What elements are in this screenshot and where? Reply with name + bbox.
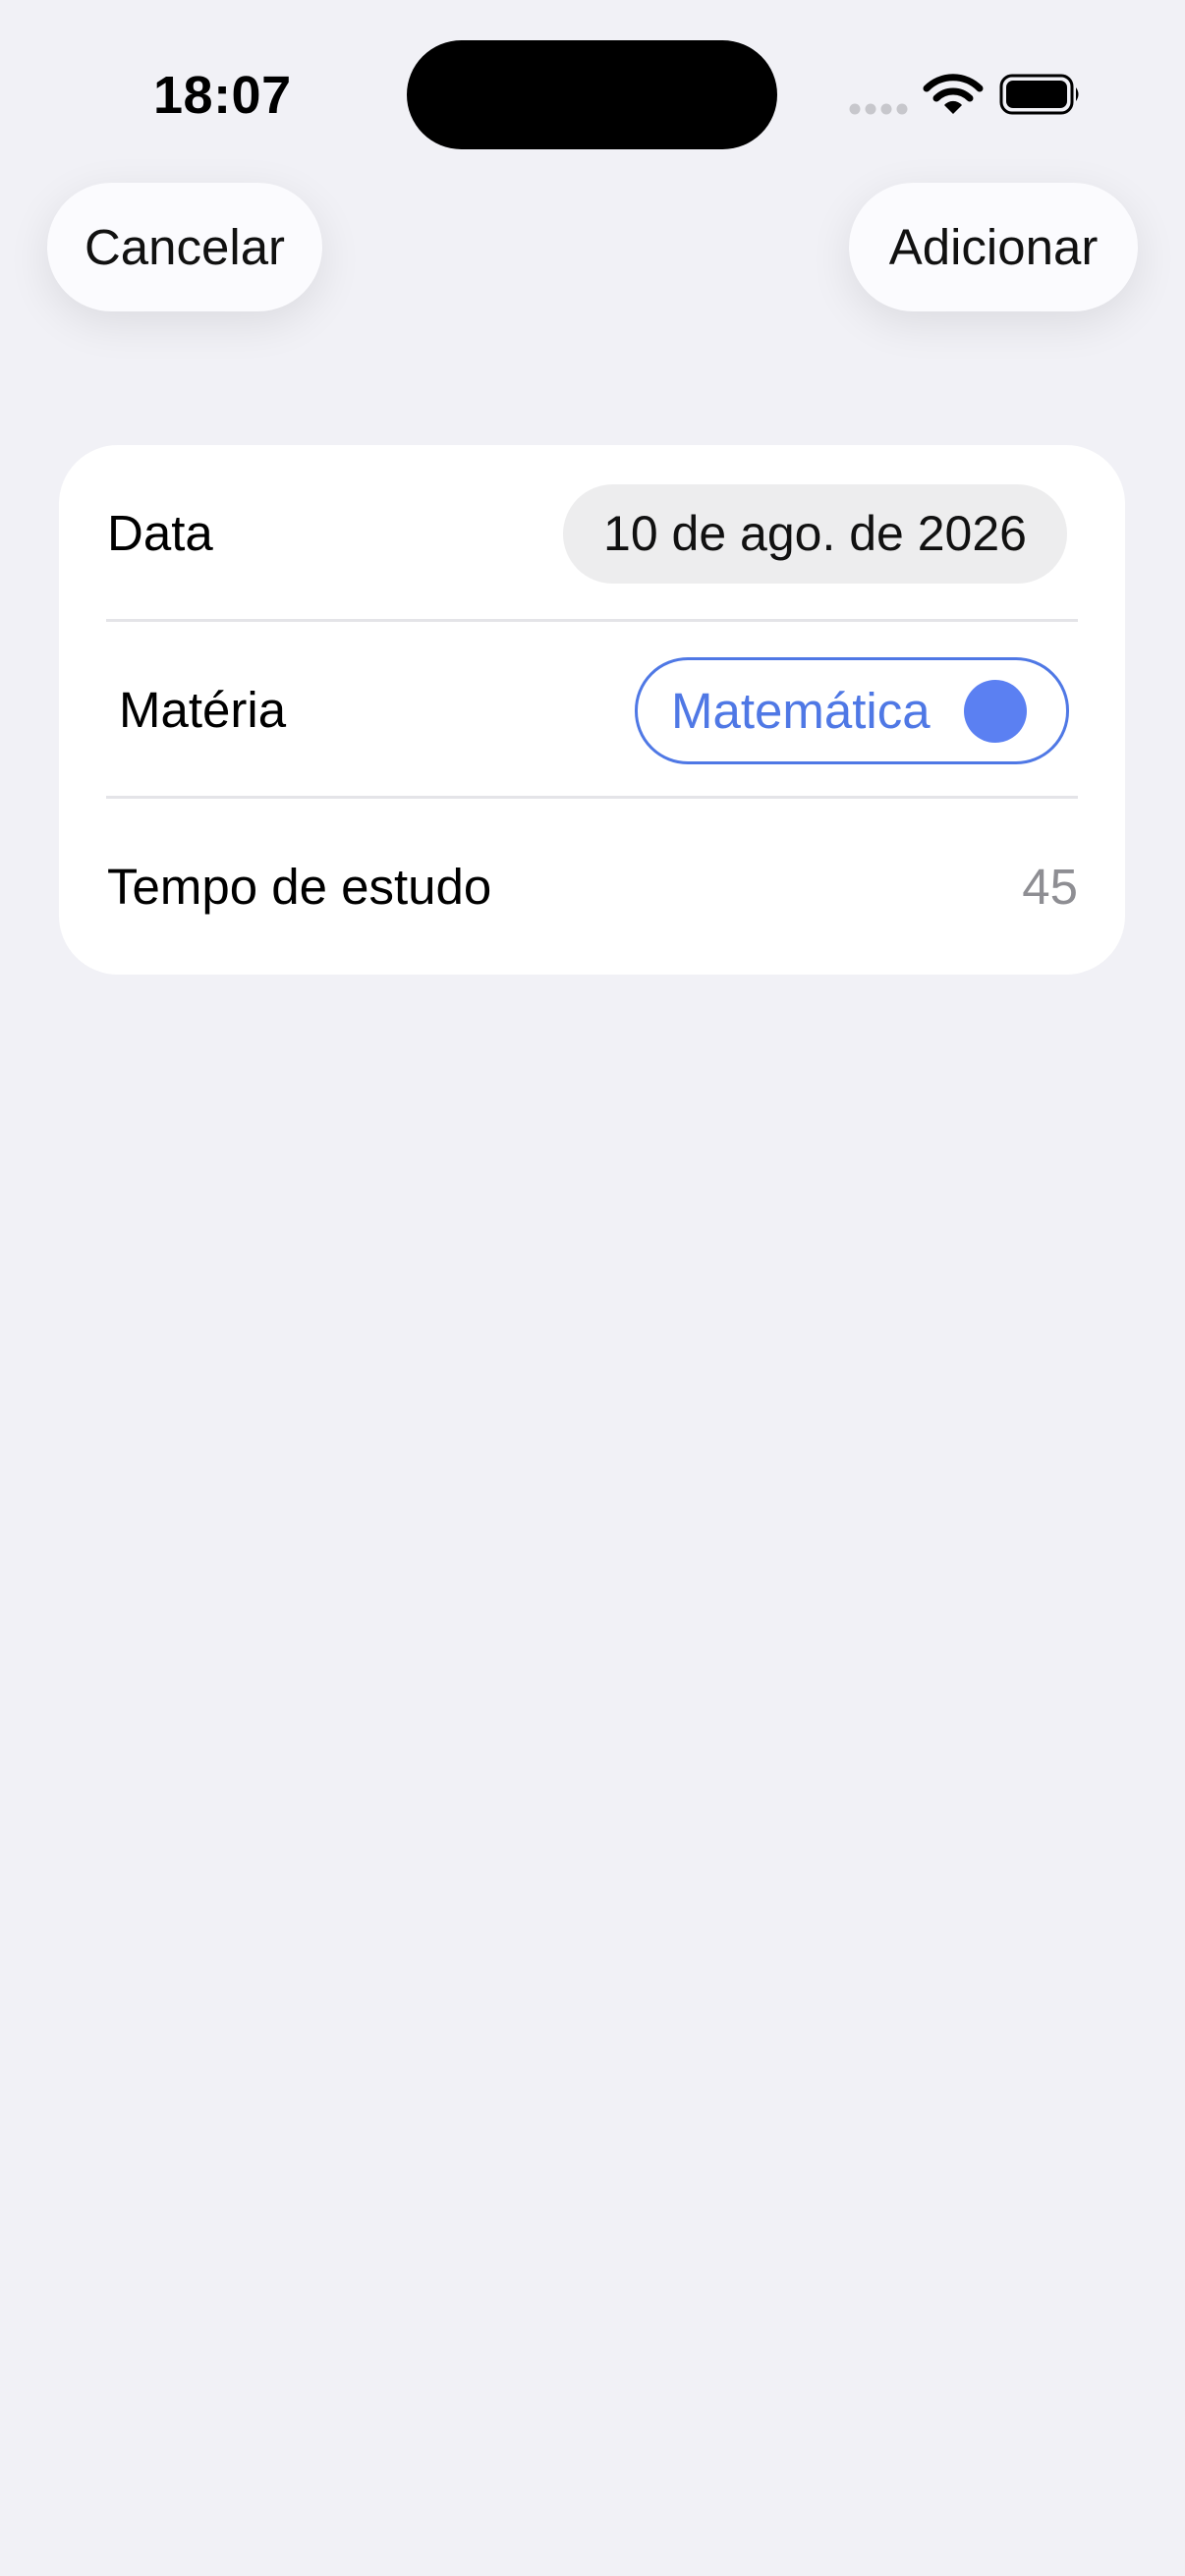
cancel-button[interactable]: Cancelar [47,183,322,311]
subject-label: Matéria [119,681,287,738]
study-time-label: Tempo de estudo [107,858,492,915]
add-button[interactable]: Adicionar [849,183,1138,311]
study-session-form: Data 10 de ago. de 2026 Matéria Matemáti… [59,445,1125,975]
battery-icon [999,74,1079,115]
date-row: Data 10 de ago. de 2026 [59,445,1125,621]
subject-color-dot [964,680,1027,743]
subject-row: Matéria Matemática [59,622,1125,798]
subject-value: Matemática [671,683,931,739]
cellular-signal-icon [849,103,908,115]
date-label: Data [107,504,213,561]
study-time-field[interactable]: 45 [1022,858,1078,917]
wifi-icon [923,74,984,114]
date-picker-button[interactable]: 10 de ago. de 2026 [563,484,1067,584]
dynamic-island [407,40,777,149]
study-time-row: Tempo de estudo 45 [59,799,1125,975]
status-bar-time: 18:07 [153,66,292,125]
subject-picker[interactable]: Matemática [635,657,1069,764]
